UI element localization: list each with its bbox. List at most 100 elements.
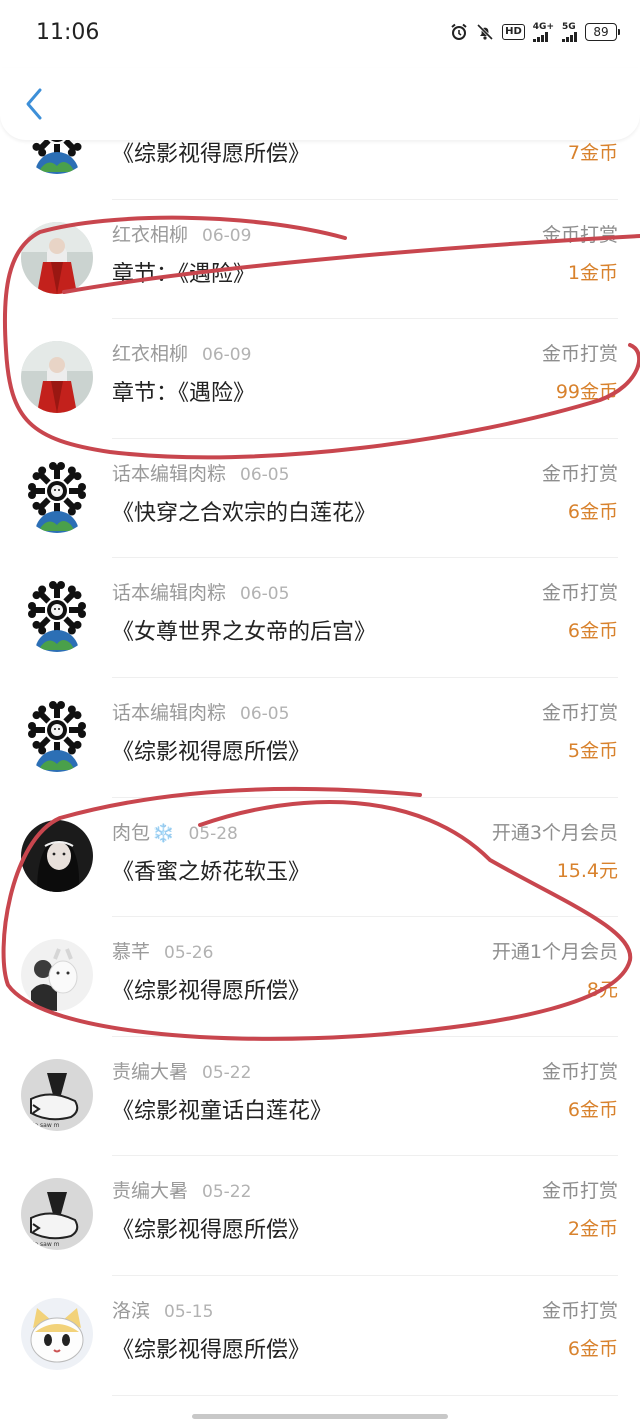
avatar[interactable]: ain saw m: [21, 1058, 93, 1131]
reward-record-list: 话本编辑肉粽06-12《综影视得愿所偿》金币打赏7金币红衣相柳06-09章节：《…: [0, 80, 640, 1396]
record-row[interactable]: 话本编辑肉粽 06-05 《综影视得愿所偿》 金币打赏 5金币: [0, 678, 640, 798]
avatar[interactable]: [21, 341, 93, 414]
book-title: 《快穿之合欢宗的白莲花》: [112, 500, 377, 526]
user-name: 红衣相柳: [112, 343, 189, 366]
user-name-line: 红衣相柳 06-09: [112, 339, 251, 366]
user-name: 洛滨: [112, 1299, 151, 1322]
user-name-line: 话本编辑肉粽 06-05: [112, 578, 289, 605]
record-row[interactable]: ain saw m 责编大暑 05-22 《综影视得愿所偿》 金币打赏 2金币: [0, 1156, 640, 1276]
record-type: 金币打赏: [541, 343, 618, 366]
record-date: 05-15: [164, 1301, 214, 1322]
user-name-line: 话本编辑肉粽 06-05: [112, 459, 289, 486]
user-name-line: 慕芊 05-26: [112, 937, 213, 964]
mute-bell-icon: [476, 22, 494, 42]
record-row[interactable]: 慕芊 05-26 《综影视得愿所偿》 开通1个月会员 8元: [0, 917, 640, 1037]
user-name-line: 洛滨 05-15: [112, 1296, 213, 1323]
book-title: 《女尊世界之女帝的后宫》: [112, 620, 377, 646]
avatar[interactable]: ain saw m: [21, 1178, 93, 1251]
avatar[interactable]: [21, 460, 93, 533]
book-title: 《综影视童话白莲花》: [112, 1098, 333, 1124]
record-date: 05-22: [202, 1062, 252, 1083]
record-amount: 6金币: [567, 1098, 618, 1121]
record-date: 06-05: [240, 464, 290, 485]
avatar[interactable]: [21, 699, 93, 772]
avatar[interactable]: [21, 580, 93, 653]
user-name-line: 红衣相柳 06-09: [112, 220, 251, 247]
status-icons: HD 4G+ 5G 89: [450, 22, 620, 42]
chevron-left-icon: [26, 88, 42, 120]
snowflake-icon: ❄️: [152, 822, 175, 844]
hd-icon: HD: [502, 24, 525, 40]
record-date: 06-09: [202, 225, 252, 246]
record-type: 金币打赏: [541, 223, 618, 246]
book-title: 《综影视得愿所偿》: [112, 979, 311, 1005]
user-name: 肉包: [112, 821, 151, 844]
record-amount: 1金币: [567, 261, 618, 284]
avatar[interactable]: [21, 819, 93, 892]
user-name: 责编大暑: [112, 1180, 189, 1203]
record-row[interactable]: 红衣相柳 06-09 章节：《遇险》 金币打赏 1金币: [0, 200, 640, 320]
status-time: 11:06: [36, 20, 100, 45]
record-row[interactable]: 红衣相柳 06-09 章节：《遇险》 金币打赏 99金币: [0, 319, 640, 439]
record-amount: 15.4元: [556, 859, 618, 882]
record-amount: 7金币: [567, 142, 618, 164]
status-bar: 11:06 HD 4G+ 5G 89: [0, 0, 640, 68]
book-title: 《综影视得愿所偿》: [112, 1218, 311, 1244]
record-row[interactable]: 洛滨 05-15 《综影视得愿所偿》 金币打赏 6金币: [0, 1276, 640, 1396]
record-row[interactable]: 话本编辑肉粽 06-05 《快穿之合欢宗的白莲花》 金币打赏 6金币: [0, 439, 640, 559]
user-name: 红衣相柳: [112, 223, 189, 246]
battery-icon: 89: [585, 23, 620, 41]
signal-4g-icon: 4G+: [532, 21, 554, 42]
user-name: 话本编辑肉粽: [112, 462, 227, 485]
record-type: 金币打赏: [541, 1299, 618, 1322]
alarm-icon: [450, 22, 468, 42]
record-amount: 8元: [586, 979, 618, 1002]
record-row[interactable]: 肉包 ❄️ 05-28 《香蜜之娇花软玉》 开通3个月会员 15.4元: [0, 798, 640, 918]
book-title: 《香蜜之娇花软玉》: [112, 859, 311, 885]
record-type: 金币打赏: [541, 462, 618, 485]
record-amount: 99金币: [555, 381, 618, 404]
record-date: 05-28: [188, 823, 238, 844]
avatar[interactable]: [21, 221, 93, 294]
record-type: 开通1个月会员: [491, 941, 618, 964]
record-date: 06-05: [240, 703, 290, 724]
user-name-line: 肉包 ❄️ 05-28: [112, 818, 238, 845]
record-date: 05-22: [202, 1182, 252, 1203]
record-amount: 6金币: [567, 500, 618, 523]
record-row[interactable]: 话本编辑肉粽 06-05 《女尊世界之女帝的后宫》 金币打赏 6金币: [0, 558, 640, 678]
book-title: 章节：《遇险》: [112, 381, 256, 407]
record-date: 05-26: [164, 943, 214, 964]
record-amount: 2金币: [567, 1218, 618, 1241]
book-title: 章节：《遇险》: [112, 261, 256, 287]
book-title: 《综影视得愿所偿》: [112, 739, 311, 765]
record-type: 金币打赏: [541, 582, 618, 605]
svg-text:ain saw m: ain saw m: [29, 1122, 60, 1129]
book-title: 《综影视得愿所偿》: [112, 142, 311, 167]
avatar[interactable]: [21, 939, 93, 1012]
record-type: 金币打赏: [541, 701, 618, 724]
back-button[interactable]: [22, 86, 48, 122]
home-indicator[interactable]: [192, 1414, 448, 1419]
user-name-line: 话本编辑肉粽 06-05: [112, 698, 289, 725]
avatar[interactable]: [21, 1297, 93, 1370]
svg-text:ain saw m: ain saw m: [29, 1241, 60, 1248]
book-title: 《综影视得愿所偿》: [112, 1337, 311, 1363]
user-name: 话本编辑肉粽: [112, 701, 227, 724]
record-amount: 6金币: [567, 1337, 618, 1360]
record-amount: 5金币: [567, 739, 618, 762]
battery-level: 89: [585, 23, 617, 41]
network-4g-label: 4G+: [532, 21, 554, 32]
user-name-line: 责编大暑 05-22: [112, 1057, 251, 1084]
record-date: 06-09: [202, 345, 252, 366]
record-date: 06-05: [240, 584, 290, 605]
signal-5g-icon: 5G: [562, 22, 577, 42]
user-name-line: 责编大暑 05-22: [112, 1176, 251, 1203]
record-type: 开通3个月会员: [491, 821, 618, 844]
record-amount: 6金币: [567, 620, 618, 643]
record-type: 金币打赏: [541, 1180, 618, 1203]
user-name: 话本编辑肉粽: [112, 582, 227, 605]
record-row[interactable]: ain saw m 责编大暑 05-22 《综影视童话白莲花》 金币打赏 6金币: [0, 1037, 640, 1157]
user-name: 责编大暑: [112, 1060, 189, 1083]
nav-bar: [0, 68, 640, 140]
record-type: 金币打赏: [541, 1060, 618, 1083]
